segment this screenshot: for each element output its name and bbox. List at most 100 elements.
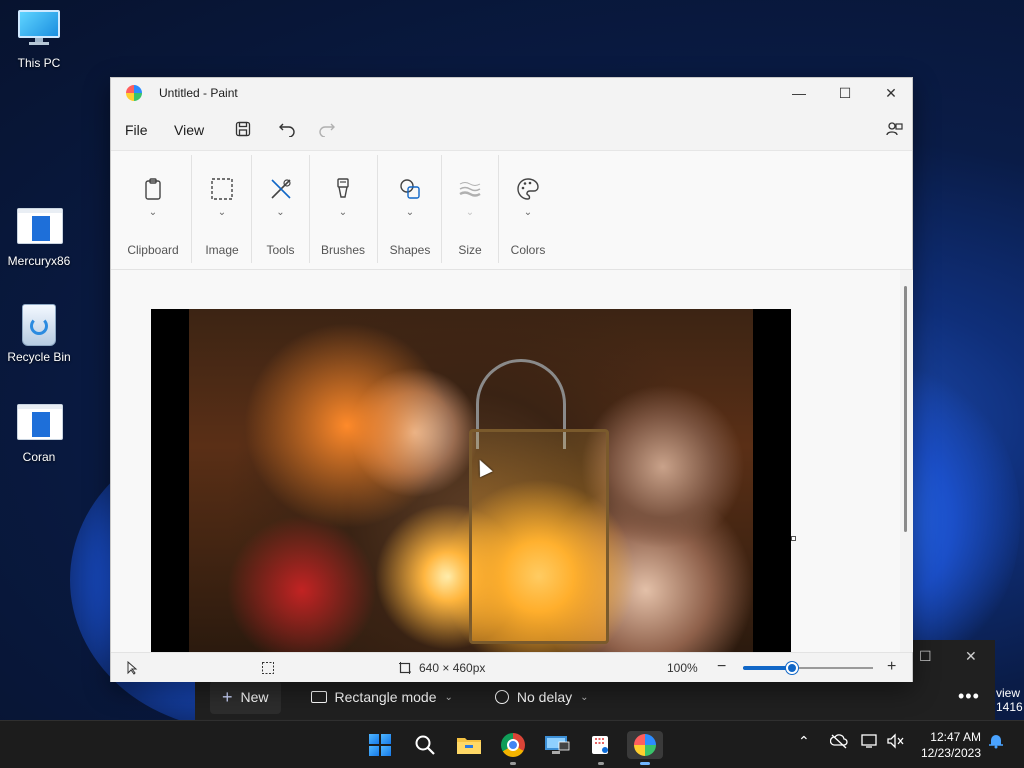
app-file-icon [17,404,63,440]
paint-taskbar-button[interactable] [627,731,663,759]
snip-maximize-icon[interactable]: ☐ [919,648,932,665]
brush-icon [337,178,349,198]
remote-desktop-icon [545,736,570,754]
chevron-down-icon: ⌄ [465,207,475,218]
status-bar: 640 × 460px 100% − + [111,652,912,682]
snip-delay-dropdown[interactable]: No delay ⌄ [483,683,601,711]
chevron-down-icon: ⌄ [338,207,348,218]
chevron-down-icon: ⌄ [276,207,285,218]
snipping-tool-button[interactable] [587,731,615,759]
scrollbar-thumb[interactable] [904,286,907,532]
minimize-icon: — [792,85,806,101]
zoom-percentage[interactable]: 100% [667,661,698,675]
chevron-down-icon: ⌄ [405,207,415,218]
palette-icon [517,178,539,200]
recycle-bin-icon [22,304,56,346]
maximize-icon: ☐ [838,84,852,101]
close-button[interactable]: ✕ [868,78,914,108]
zoom-in-button[interactable]: + [887,658,896,676]
menu-file[interactable]: File [125,122,148,138]
zoom-slider-fill [743,666,793,670]
ribbon-divider [191,155,192,263]
save-icon[interactable] [233,119,253,139]
desktop-icon-label: Coran [22,450,56,464]
network-icon[interactable] [861,733,879,752]
maximize-button[interactable]: ☐ [822,78,868,108]
menu-bar: File View [111,112,912,144]
minimize-button[interactable]: — [776,78,822,108]
running-indicator [510,762,516,765]
undo-icon[interactable] [277,119,297,139]
folder-icon [457,738,481,754]
ribbon-group-brushes[interactable]: ⌄ Brushes [311,151,375,271]
ribbon: ⌄ Clipboard ⌄ Image ⌄ Tools ⌄ Brushes ⌄ … [111,150,912,270]
desktop-icon-label: This PC [17,56,61,70]
snip-close-icon[interactable]: ✕ [965,648,977,665]
ribbon-divider [377,155,378,263]
account-icon[interactable] [884,119,904,139]
shapes-icon [400,179,420,199]
zoom-slider-thumb[interactable] [786,662,799,674]
monitor-icon [18,10,60,45]
ribbon-group-size[interactable]: ⌄ Size [443,151,497,271]
selection-size-icon [261,661,275,678]
onedrive-offline-icon[interactable] [829,733,848,752]
canvas-size-text: 640 × 460px [419,661,486,675]
paint-icon [634,734,656,756]
show-hidden-icons-chevron-icon[interactable]: ⌃ [798,733,810,750]
vertical-scrollbar[interactable] [900,270,913,652]
tools-icon [270,179,291,199]
ribbon-group-clipboard[interactable]: ⌄ Clipboard [119,151,187,271]
title-bar[interactable]: Untitled - Paint — ☐ ✕ [111,78,912,108]
app-file-icon [17,208,63,244]
desktop-icon-coran[interactable]: Coran [0,404,78,464]
ribbon-group-colors[interactable]: ⌄ Colors [500,151,556,271]
plus-icon: + [887,658,897,675]
paint-window: Untitled - Paint — ☐ ✕ File View ⌄ Clipb… [110,77,913,682]
size-icon [459,182,481,197]
chevron-down-icon: ⌄ [148,207,158,218]
system-clock[interactable]: 12:47 AM 12/23/2023 [915,729,981,761]
search-icon [415,735,435,755]
chevron-down-icon: ⌄ [523,207,533,218]
desktop-icon-recycle-bin[interactable]: Recycle Bin [0,304,78,364]
remote-desktop-button[interactable] [543,731,571,759]
chrome-icon [501,733,525,757]
desktop-icon-this-pc[interactable]: This PC [0,10,78,70]
ribbon-divider [441,155,442,263]
active-indicator [640,762,650,765]
chrome-button[interactable] [499,731,527,759]
redo-icon[interactable] [317,119,337,139]
ribbon-divider [309,155,310,263]
canvas-area[interactable] [111,270,900,652]
chevron-down-icon: ⌄ [444,691,453,703]
snip-mode-dropdown[interactable]: Rectangle mode ⌄ [299,683,465,711]
menu-view[interactable]: View [174,122,204,138]
ribbon-divider [498,155,499,263]
zoom-out-button[interactable]: − [717,658,726,676]
clock-date: 12/23/2023 [920,746,981,760]
search-button[interactable] [411,731,439,759]
snipping-toolbar: + New Rectangle mode ⌄ No delay ⌄ [210,680,820,714]
more-options-icon[interactable]: ••• [958,686,980,707]
chevron-down-icon: ⌄ [217,207,227,218]
minus-icon: − [717,658,727,675]
running-indicator [598,762,604,765]
ribbon-group-shapes[interactable]: ⌄ Shapes [379,151,441,271]
ribbon-group-tools[interactable]: ⌄ Tools [253,151,308,271]
desktop-icon-label: Recycle Bin [7,350,71,364]
close-icon: ✕ [885,84,897,101]
canvas-resize-handle[interactable] [791,536,796,541]
snip-side-text: view 1416 [996,686,1023,714]
volume-muted-icon[interactable] [886,733,904,752]
file-explorer-button[interactable] [455,731,483,759]
clock-icon [494,690,509,704]
snip-new-button[interactable]: + New [210,680,281,714]
ribbon-group-image[interactable]: ⌄ Image [193,151,251,271]
desktop-icon-label: Mercuryx86 [7,254,71,268]
start-button[interactable] [366,731,394,759]
desktop-icon-mercuryx86[interactable]: Mercuryx86 [0,208,78,268]
clock-time: 12:47 AM [930,730,981,744]
canvas-image[interactable] [151,309,791,652]
notification-bell-icon[interactable] [988,733,1004,752]
